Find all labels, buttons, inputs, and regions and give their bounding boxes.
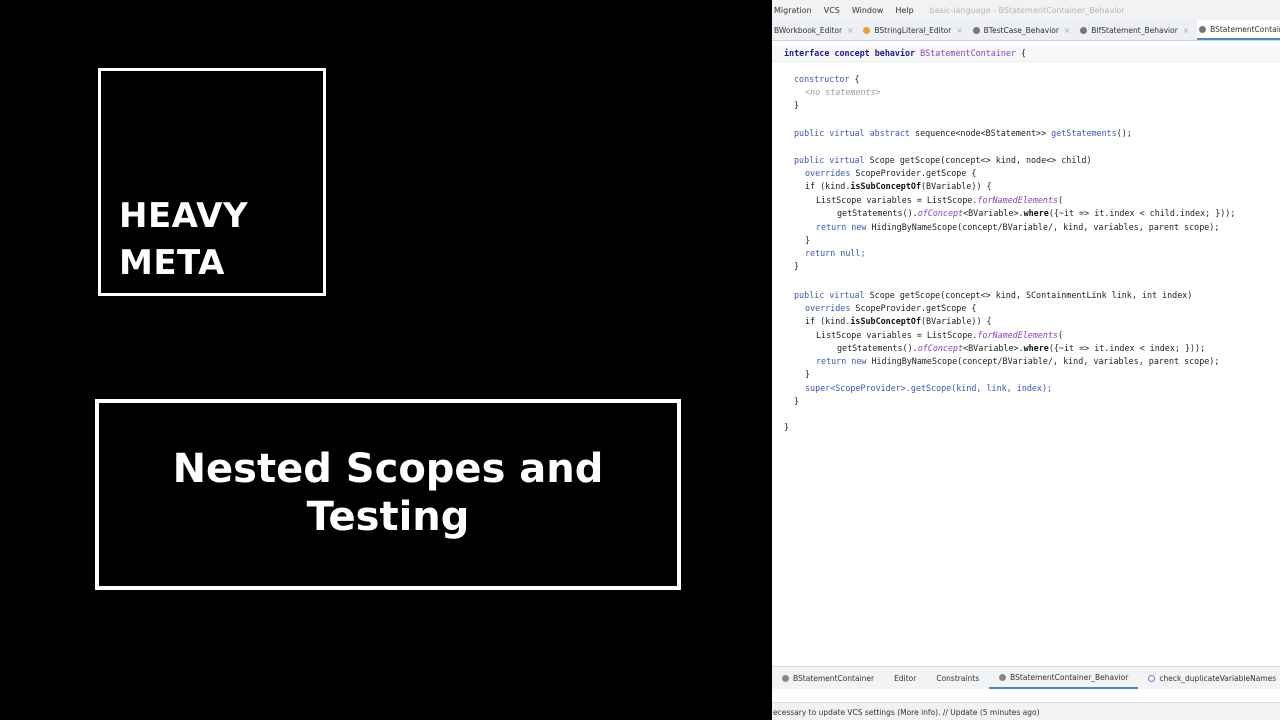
editor-tab-label: BStringLiteral_Editor	[874, 25, 952, 35]
code-line-constructor: constructor {	[794, 74, 860, 84]
aspect-tab[interactable]: check_duplicateVariableNames	[1138, 667, 1280, 689]
code-line-method2-signature: public virtual Scope getScope(concept<> …	[794, 290, 1193, 300]
aspect-icon	[782, 674, 789, 682]
code-line-return: return new HidingByNameScope(concept/BVa…	[816, 222, 1220, 232]
logo-text: HEAVY META	[119, 193, 248, 287]
editor-tab[interactable]: BStatementContainer_Behavior×	[1197, 20, 1280, 40]
aspect-tab[interactable]: Editor	[884, 667, 926, 689]
code-line-declaration: interface concept behavior BStatementCon…	[784, 48, 1027, 58]
close-icon[interactable]: ×	[1064, 26, 1070, 35]
episode-title-line1: Nested Scopes and	[172, 445, 604, 492]
editor-tab[interactable]: BIfStatement_Behavior ×	[1078, 20, 1197, 40]
menu-bar: Migration VCS Window Help basic-language…	[772, 0, 1280, 20]
status-message: ecessary to update VCS settings (More in…	[773, 707, 1040, 717]
code-line-close: }	[794, 261, 800, 271]
logo-line-meta: META	[119, 243, 225, 283]
aspect-tab[interactable]: Constraints	[926, 667, 989, 689]
code-line-return: return new HidingByNameScope(concept/BVa…	[816, 356, 1220, 366]
code-line-if: if (kind.isSubConceptOf(BVariable)) {	[805, 316, 992, 326]
code-line-getstatements: getStatements().ofConcept<BVariable>.whe…	[837, 343, 1206, 353]
code-line-no-statements: <no statements>	[805, 87, 881, 97]
episode-title-line2: Testing	[306, 493, 470, 540]
aspect-icon	[999, 673, 1007, 681]
code-line-overrides: overrides ScopeProvider.getScope {	[805, 168, 977, 178]
concept-icon	[1199, 25, 1207, 33]
code-line-abstract-method: public virtual abstract sequence<node<BS…	[794, 128, 1132, 138]
code-line-listscope: ListScope variables = ListScope.forNamed…	[816, 330, 1064, 340]
close-icon[interactable]: ×	[847, 26, 853, 35]
aspect-tab-label: BStatementContainer	[793, 673, 875, 683]
menu-window[interactable]: Window	[852, 6, 884, 15]
episode-title-box: Nested Scopes and Testing	[95, 399, 681, 590]
editor-tab-bar: BWorkbook_Editor × BStringLiteral_Editor × B…	[772, 20, 1280, 41]
aspect-icon	[1148, 674, 1156, 682]
code-line-close: }	[805, 235, 811, 245]
heavy-meta-logo: HEAVY META	[98, 68, 326, 296]
code-line-return-null: return null;	[805, 248, 866, 258]
code-line-if: if (kind.isSubConceptOf(BVariable)) {	[805, 181, 992, 191]
aspect-tab[interactable]: BStatementContainer	[772, 667, 884, 689]
aspect-tab-label: BStatementContainer_Behavior	[1010, 672, 1129, 682]
code-line-close: }	[794, 100, 800, 110]
editor-tab-label: BTestCase_Behavior	[983, 25, 1059, 35]
editor-tab[interactable]: BTestCase_Behavior ×	[971, 20, 1079, 40]
close-icon[interactable]: ×	[956, 26, 962, 35]
code-line-final-close: }	[784, 422, 790, 432]
editor-tab-label: BWorkbook_Editor	[774, 25, 843, 35]
aspect-tab-bar: BStatementContainer Editor Constraints BSta…	[772, 666, 1280, 689]
concept-icon	[863, 26, 871, 34]
editor-tab-label: BStatementContainer_Behavior	[1210, 24, 1280, 34]
aspect-tab-label: Editor	[894, 673, 917, 683]
code-editor[interactable]: interface concept behavior BStatementCon…	[772, 41, 1280, 661]
aspect-tab-label: Constraints	[936, 673, 980, 683]
concept-icon	[972, 26, 980, 34]
menu-vcs[interactable]: VCS	[824, 6, 840, 15]
window-title: basic-language - BStatementContainer_Beh…	[929, 5, 1125, 15]
logo-line-heavy: HEAVY	[119, 196, 249, 236]
editor-tab-label: BIfStatement_Behavior	[1091, 25, 1178, 35]
editor-tab[interactable]: BStringLiteral_Editor ×	[861, 20, 970, 40]
code-line-super: super<ScopeProvider>.getScope(kind, link…	[805, 383, 1053, 393]
aspect-tab-label: check_duplicateVariableNames	[1159, 673, 1277, 683]
concept-icon	[1080, 26, 1088, 34]
close-icon[interactable]: ×	[1183, 26, 1189, 35]
menu-migration[interactable]: Migration	[774, 6, 812, 15]
aspect-tab[interactable]: BStatementContainer_Behavior	[989, 667, 1139, 689]
menu-help[interactable]: Help	[895, 6, 913, 15]
code-line-close: }	[805, 369, 811, 379]
code-line-listscope: ListScope variables = ListScope.forNamed…	[816, 195, 1064, 205]
status-bar: ecessary to update VCS settings (More in…	[772, 702, 1280, 720]
code-line-getstatements: getStatements().ofConcept<BVariable>.whe…	[837, 208, 1236, 218]
code-line-close: }	[794, 396, 800, 406]
ide-window: Migration VCS Window Help basic-language…	[772, 0, 1280, 720]
episode-title: Nested Scopes and Testing	[173, 445, 604, 541]
editor-tab[interactable]: BWorkbook_Editor ×	[772, 20, 861, 40]
code-line-method1-signature: public virtual Scope getScope(concept<> …	[794, 155, 1092, 165]
code-line-overrides: overrides ScopeProvider.getScope {	[805, 303, 977, 313]
